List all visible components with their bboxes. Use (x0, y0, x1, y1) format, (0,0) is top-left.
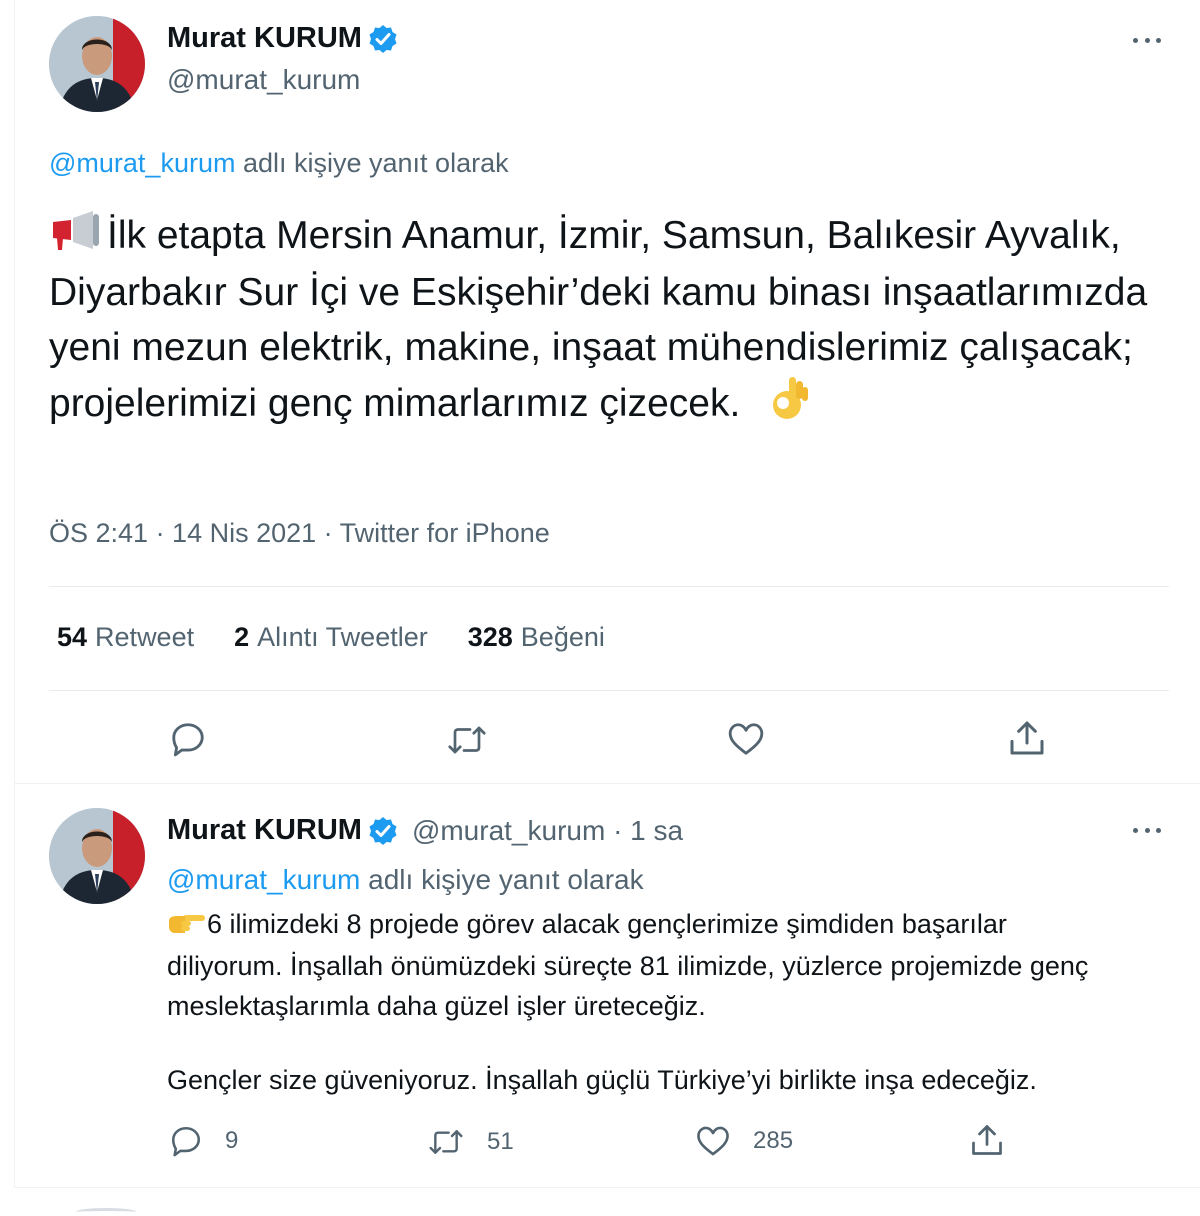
verified-badge-icon (368, 24, 398, 54)
reply-button[interactable] (169, 720, 207, 758)
author-row: Murat KURUM @murat_kurum · 1 sa (167, 814, 683, 847)
tweet-paragraph: 6 ilimizdeki 8 projede görev alacak genç… (167, 904, 1127, 1026)
share-icon (972, 1125, 1002, 1155)
reply-count: 9 (225, 1127, 239, 1154)
like-count-link[interactable]: 328 Beğeni (468, 622, 605, 653)
author-handle-row: @murat_kurum (167, 64, 360, 96)
avatar[interactable] (49, 808, 145, 904)
quote-label: Alıntı Tweetler (257, 622, 428, 652)
retweet-icon (429, 1130, 463, 1154)
reply-paragraph-1: 6 ilimizdeki 8 projede görev alacak genç… (167, 909, 1089, 1021)
replying-to-handle[interactable]: @murat_kurum (167, 864, 360, 895)
replying-to: @murat_kurum adlı kişiye yanıt olarak (167, 864, 644, 896)
divider (49, 586, 1169, 587)
like-count: 285 (753, 1127, 794, 1154)
author-handle-time[interactable]: @murat_kurum · 1 sa (412, 815, 683, 847)
pointing-hand-icon (167, 906, 205, 946)
retweet-button[interactable] (447, 722, 487, 758)
more-options-icon[interactable] (1129, 30, 1165, 50)
like-label: Beğeni (520, 622, 605, 652)
heart-icon (728, 723, 764, 755)
tweet-stats: 54 Retweet 2 Alıntı Tweetler 328 Beğeni (57, 622, 605, 653)
author-handle[interactable]: @murat_kurum (167, 64, 360, 96)
more-options-icon[interactable] (1129, 820, 1165, 840)
retweet-count-link[interactable]: 54 Retweet (57, 622, 194, 653)
next-tweet-avatar-edge (76, 1208, 136, 1216)
quote-count-link[interactable]: 2 Alıntı Tweetler (234, 622, 428, 653)
retweet-count: 51 (487, 1128, 514, 1155)
like-button[interactable]: 285 (695, 1125, 793, 1157)
share-button[interactable] (969, 1122, 1005, 1158)
reply-icon (172, 723, 204, 757)
retweet-icon (448, 726, 486, 754)
replying-to-handle[interactable]: @murat_kurum (49, 148, 235, 178)
heart-icon (697, 1126, 729, 1156)
author-name-row[interactable]: Murat KURUM (167, 22, 398, 55)
tweet-text: İlk etapta Mersin Anamur, İzmir, Samsun,… (49, 208, 1159, 436)
verified-badge-icon (368, 816, 398, 846)
author-name[interactable]: Murat KURUM (167, 814, 362, 847)
author-name[interactable]: Murat KURUM (167, 22, 362, 55)
like-button[interactable] (727, 721, 765, 757)
megaphone-icon (49, 210, 107, 265)
avatar[interactable] (49, 16, 145, 112)
share-button[interactable] (1007, 718, 1047, 758)
retweet-count: 54 (57, 622, 88, 652)
like-count: 328 (467, 622, 513, 652)
replying-to-suffix: adlı kişiye yanıt olarak (235, 148, 509, 178)
reply-tweet[interactable]: Murat KURUM @murat_kurum · 1 sa @murat_k… (14, 784, 1200, 1188)
ok-hand-icon (765, 375, 811, 436)
reply-icon (171, 1126, 201, 1157)
replying-to-suffix: adlı kişiye yanıt olarak (360, 864, 644, 895)
quote-count: 2 (234, 622, 250, 652)
retweet-label: Retweet (95, 622, 195, 652)
share-icon (1010, 721, 1044, 755)
reply-button[interactable]: 9 (169, 1124, 238, 1158)
reply-paragraph-2: Gençler size güveniyoruz. İnşallah güçlü… (167, 1064, 1037, 1095)
tweet-text: 6 ilimizdeki 8 projede görev alacak genç… (167, 904, 1127, 1100)
main-tweet: Murat KURUM @murat_kurum @murat_kurum ad… (14, 0, 1200, 784)
tweet-body: İlk etapta Mersin Anamur, İzmir, Samsun,… (49, 214, 1148, 425)
replying-to: @murat_kurum adlı kişiye yanıt olarak (49, 148, 509, 179)
divider (49, 690, 1169, 691)
retweet-button[interactable]: 51 (427, 1126, 514, 1158)
tweet-timestamp[interactable]: ÖS 2:41 · 14 Nis 2021 · Twitter for iPho… (49, 518, 550, 549)
